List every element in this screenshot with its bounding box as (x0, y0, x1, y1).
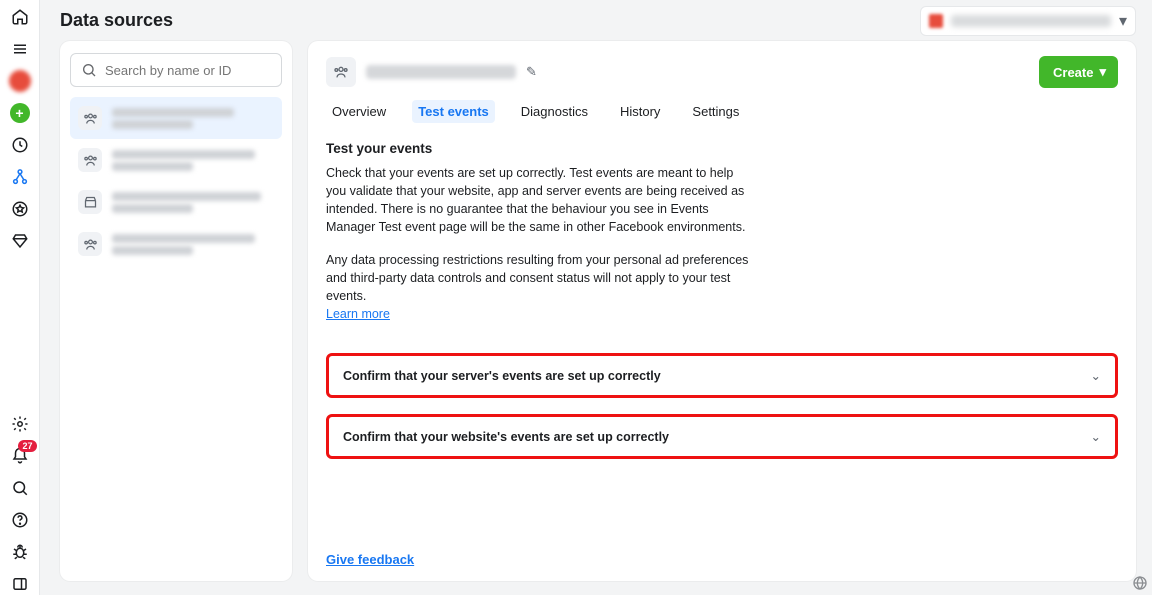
tab-test-events[interactable]: Test events (412, 100, 495, 123)
storefront-icon (78, 190, 102, 214)
search-icon (81, 62, 97, 78)
accordion-website-events[interactable]: Confirm that your website's events are s… (326, 414, 1118, 459)
clock-icon[interactable] (9, 134, 31, 156)
account-picker[interactable]: ▾ (920, 6, 1136, 36)
data-source-item-1[interactable] (70, 97, 282, 139)
audience-icon (78, 148, 102, 172)
give-feedback-link[interactable]: Give feedback (326, 552, 1118, 567)
pencil-icon[interactable]: ✎ (526, 64, 537, 80)
bug-icon[interactable] (9, 541, 31, 563)
data-source-item-2[interactable] (70, 139, 282, 181)
data-source-item-3[interactable] (70, 181, 282, 223)
search-icon[interactable] (9, 477, 31, 499)
accordion-server-events[interactable]: Confirm that your server's events are se… (326, 353, 1118, 398)
globe-icon[interactable] (1132, 575, 1148, 591)
audience-icon (78, 106, 102, 130)
help-icon[interactable] (9, 509, 31, 531)
tab-overview[interactable]: Overview (326, 100, 392, 123)
share-icon[interactable] (9, 166, 31, 188)
home-icon[interactable] (9, 6, 31, 28)
diamond-icon[interactable] (9, 230, 31, 252)
tab-history[interactable]: History (614, 100, 666, 123)
notification-badge: 27 (18, 440, 36, 452)
chevron-down-icon: ▾ (1119, 11, 1127, 31)
bell-icon[interactable]: 27 (9, 445, 31, 467)
search-field[interactable] (105, 63, 271, 78)
chevron-down-icon: ⌄ (1091, 368, 1101, 383)
paragraph-1: Check that your events are set up correc… (326, 164, 756, 237)
menu-icon[interactable] (9, 38, 31, 60)
data-source-item-4[interactable] (70, 223, 282, 265)
dataset-title-redacted (366, 65, 516, 79)
left-nav-rail: + 27 (0, 0, 40, 595)
accordion-title: Confirm that your website's events are s… (343, 430, 669, 444)
tab-settings[interactable]: Settings (686, 100, 745, 123)
paragraph-2: Any data processing restrictions resulti… (326, 251, 756, 324)
accordion-title: Confirm that your server's events are se… (343, 369, 661, 383)
learn-more-link[interactable]: Learn more (326, 307, 390, 321)
page-body: Data sources ▾ (40, 0, 1152, 595)
search-input[interactable] (70, 53, 282, 87)
star-icon[interactable] (9, 198, 31, 220)
panel-icon[interactable] (9, 573, 31, 595)
plus-icon[interactable]: + (9, 102, 31, 124)
tab-bar: Overview Test events Diagnostics History… (326, 97, 1118, 127)
data-source-list-panel (60, 41, 292, 581)
create-button-label: Create (1053, 65, 1093, 80)
create-button[interactable]: Create ▾ (1039, 56, 1118, 88)
tab-diagnostics[interactable]: Diagnostics (515, 100, 594, 123)
section-title: Test your events (326, 141, 1118, 156)
audience-icon (78, 232, 102, 256)
account-name-redacted (951, 15, 1111, 27)
main-content-panel: ✎ Create ▾ Overview Test events Diagnosti… (308, 41, 1136, 581)
avatar[interactable] (9, 70, 31, 92)
chevron-down-icon: ⌄ (1091, 429, 1101, 444)
audience-icon (326, 57, 356, 87)
chevron-down-icon: ▾ (1099, 64, 1106, 80)
brand-square-icon (929, 14, 943, 28)
gear-icon[interactable] (9, 413, 31, 435)
